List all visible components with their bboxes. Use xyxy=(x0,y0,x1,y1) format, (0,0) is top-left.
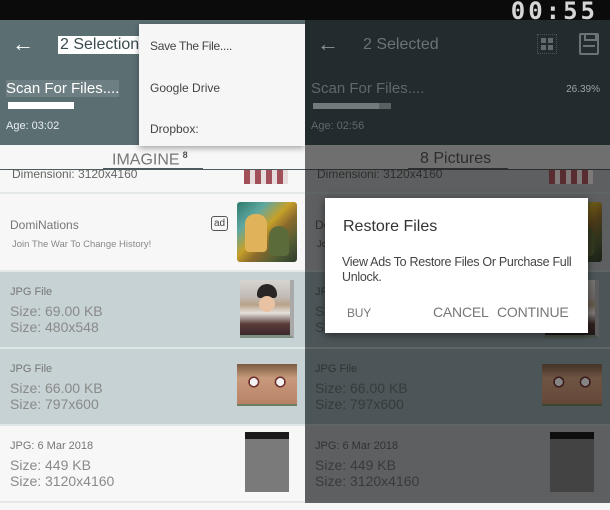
file-thumbnail xyxy=(550,432,594,492)
file-size: Size: 66.00 KB xyxy=(315,380,408,396)
back-arrow-icon[interactable]: ← xyxy=(12,32,34,56)
ad-title: DomiNations xyxy=(10,218,79,232)
tab-pictures[interactable]: 8 Pictures xyxy=(420,150,491,168)
scan-age: Age: 03:02 xyxy=(6,120,60,132)
file-thumbnail xyxy=(237,364,297,406)
dialog-title: Restore Files xyxy=(343,218,438,235)
scan-progress-fill xyxy=(313,103,379,109)
tab-images-label: IMAGINE xyxy=(112,151,180,169)
file-size: Size: 69.00 KB xyxy=(10,303,103,319)
buy-button[interactable]: BUY xyxy=(347,306,371,320)
file-thumbnail xyxy=(549,170,593,184)
file-type: JPG: 6 Mar 2018 xyxy=(315,440,399,452)
file-size: Size: 449 KB xyxy=(10,457,91,473)
list-item[interactable]: Dimensioni: 3120x4160 xyxy=(305,167,610,194)
app-bar: ← 2 Selected Scan For Files.... 26.39% A… xyxy=(305,20,610,145)
file-list[interactable]: Dimensioni: 3120x4160 DomiNations Join T… xyxy=(0,167,305,503)
tab-images-count: 8 xyxy=(182,150,188,160)
file-thumbnail xyxy=(244,170,288,184)
scan-progress-bar xyxy=(313,103,391,109)
scan-age: Age: 02:56 xyxy=(311,120,365,132)
file-type: JPG File xyxy=(10,363,53,375)
file-thumbnail xyxy=(542,364,602,406)
scan-progress-bar xyxy=(8,102,74,109)
back-arrow-icon[interactable]: ← xyxy=(317,32,339,56)
list-item[interactable]: Dimensioni: 3120x4160 xyxy=(0,167,305,194)
file-type: JPG File xyxy=(315,363,358,375)
file-dimensions: Size: 3120x4160 xyxy=(315,473,420,489)
list-item[interactable]: JPG: 6 Mar 2018 Size: 449 KB Size: 3120x… xyxy=(0,426,305,503)
ad-image[interactable] xyxy=(237,202,297,262)
file-dimensions: Size: 797x600 xyxy=(10,396,99,412)
ad-item[interactable]: DomiNations Join The War To Change Histo… xyxy=(0,194,305,272)
file-dimensions: Size: 797x600 xyxy=(315,396,404,412)
file-thumbnail xyxy=(245,432,289,492)
selection-title: 2 Selection xyxy=(58,36,142,54)
scan-label: Scan For Files.... xyxy=(311,80,425,97)
list-item[interactable]: JPG: 6 Mar 2018 Size: 449 KB Size: 3120x… xyxy=(305,426,610,503)
status-bar: 00:55 xyxy=(0,0,610,25)
menu-item-google-drive[interactable]: Google Drive xyxy=(150,81,220,95)
menu-item-save-file[interactable]: Save The File.... xyxy=(150,39,232,53)
file-dimensions: Dimensioni: 3120x4160 xyxy=(12,167,138,181)
file-type: JPG: 6 Mar 2018 xyxy=(10,440,94,452)
file-dimensions: Size: 480x548 xyxy=(10,319,99,335)
screenshot-composite: 00:55 ← 2 Selection Scan For Files.... A… xyxy=(0,0,610,510)
file-type: JPG File xyxy=(10,286,53,298)
continue-button[interactable]: CONTINUE xyxy=(497,304,569,320)
menu-item-dropbox[interactable]: Dropbox: xyxy=(150,122,199,136)
selection-title: 2 Selected xyxy=(363,36,439,53)
list-item[interactable]: JPG File Size: 66.00 KB Size: 797x600 xyxy=(305,349,610,426)
scan-percent: 26.39% xyxy=(566,84,600,95)
ad-subtitle: Join The War To Change History! xyxy=(12,239,152,250)
scan-label: Scan For Files.... xyxy=(6,80,120,97)
list-item[interactable]: JPG File Size: 69.00 KB Size: 480x548 xyxy=(0,272,305,349)
save-icon[interactable] xyxy=(579,33,599,55)
file-dimensions: Size: 3120x4160 xyxy=(10,473,115,489)
list-item[interactable]: JPG File Size: 66.00 KB Size: 797x600 xyxy=(0,349,305,426)
overflow-menu: Save The File.... Google Drive Dropbox: xyxy=(139,24,305,146)
cancel-button[interactable]: CANCEL xyxy=(433,304,489,320)
ad-badge-icon: ad xyxy=(211,216,229,231)
restore-files-dialog: Restore Files View Ads To Restore Files … xyxy=(325,198,588,333)
file-dimensions: Dimensioni: 3120x4160 xyxy=(317,167,443,181)
file-size: Size: 66.00 KB xyxy=(10,380,103,396)
scan-progress-fill xyxy=(8,102,74,109)
file-size: Size: 449 KB xyxy=(315,457,396,473)
left-screen: ← 2 Selection Scan For Files.... Age: 03… xyxy=(0,20,305,510)
file-thumbnail xyxy=(240,280,294,338)
grid-view-icon[interactable] xyxy=(537,34,557,54)
dialog-message: View Ads To Restore Files Or Purchase Fu… xyxy=(342,255,572,284)
right-screen: ← 2 Selected Scan For Files.... 26.39% A… xyxy=(305,20,610,510)
